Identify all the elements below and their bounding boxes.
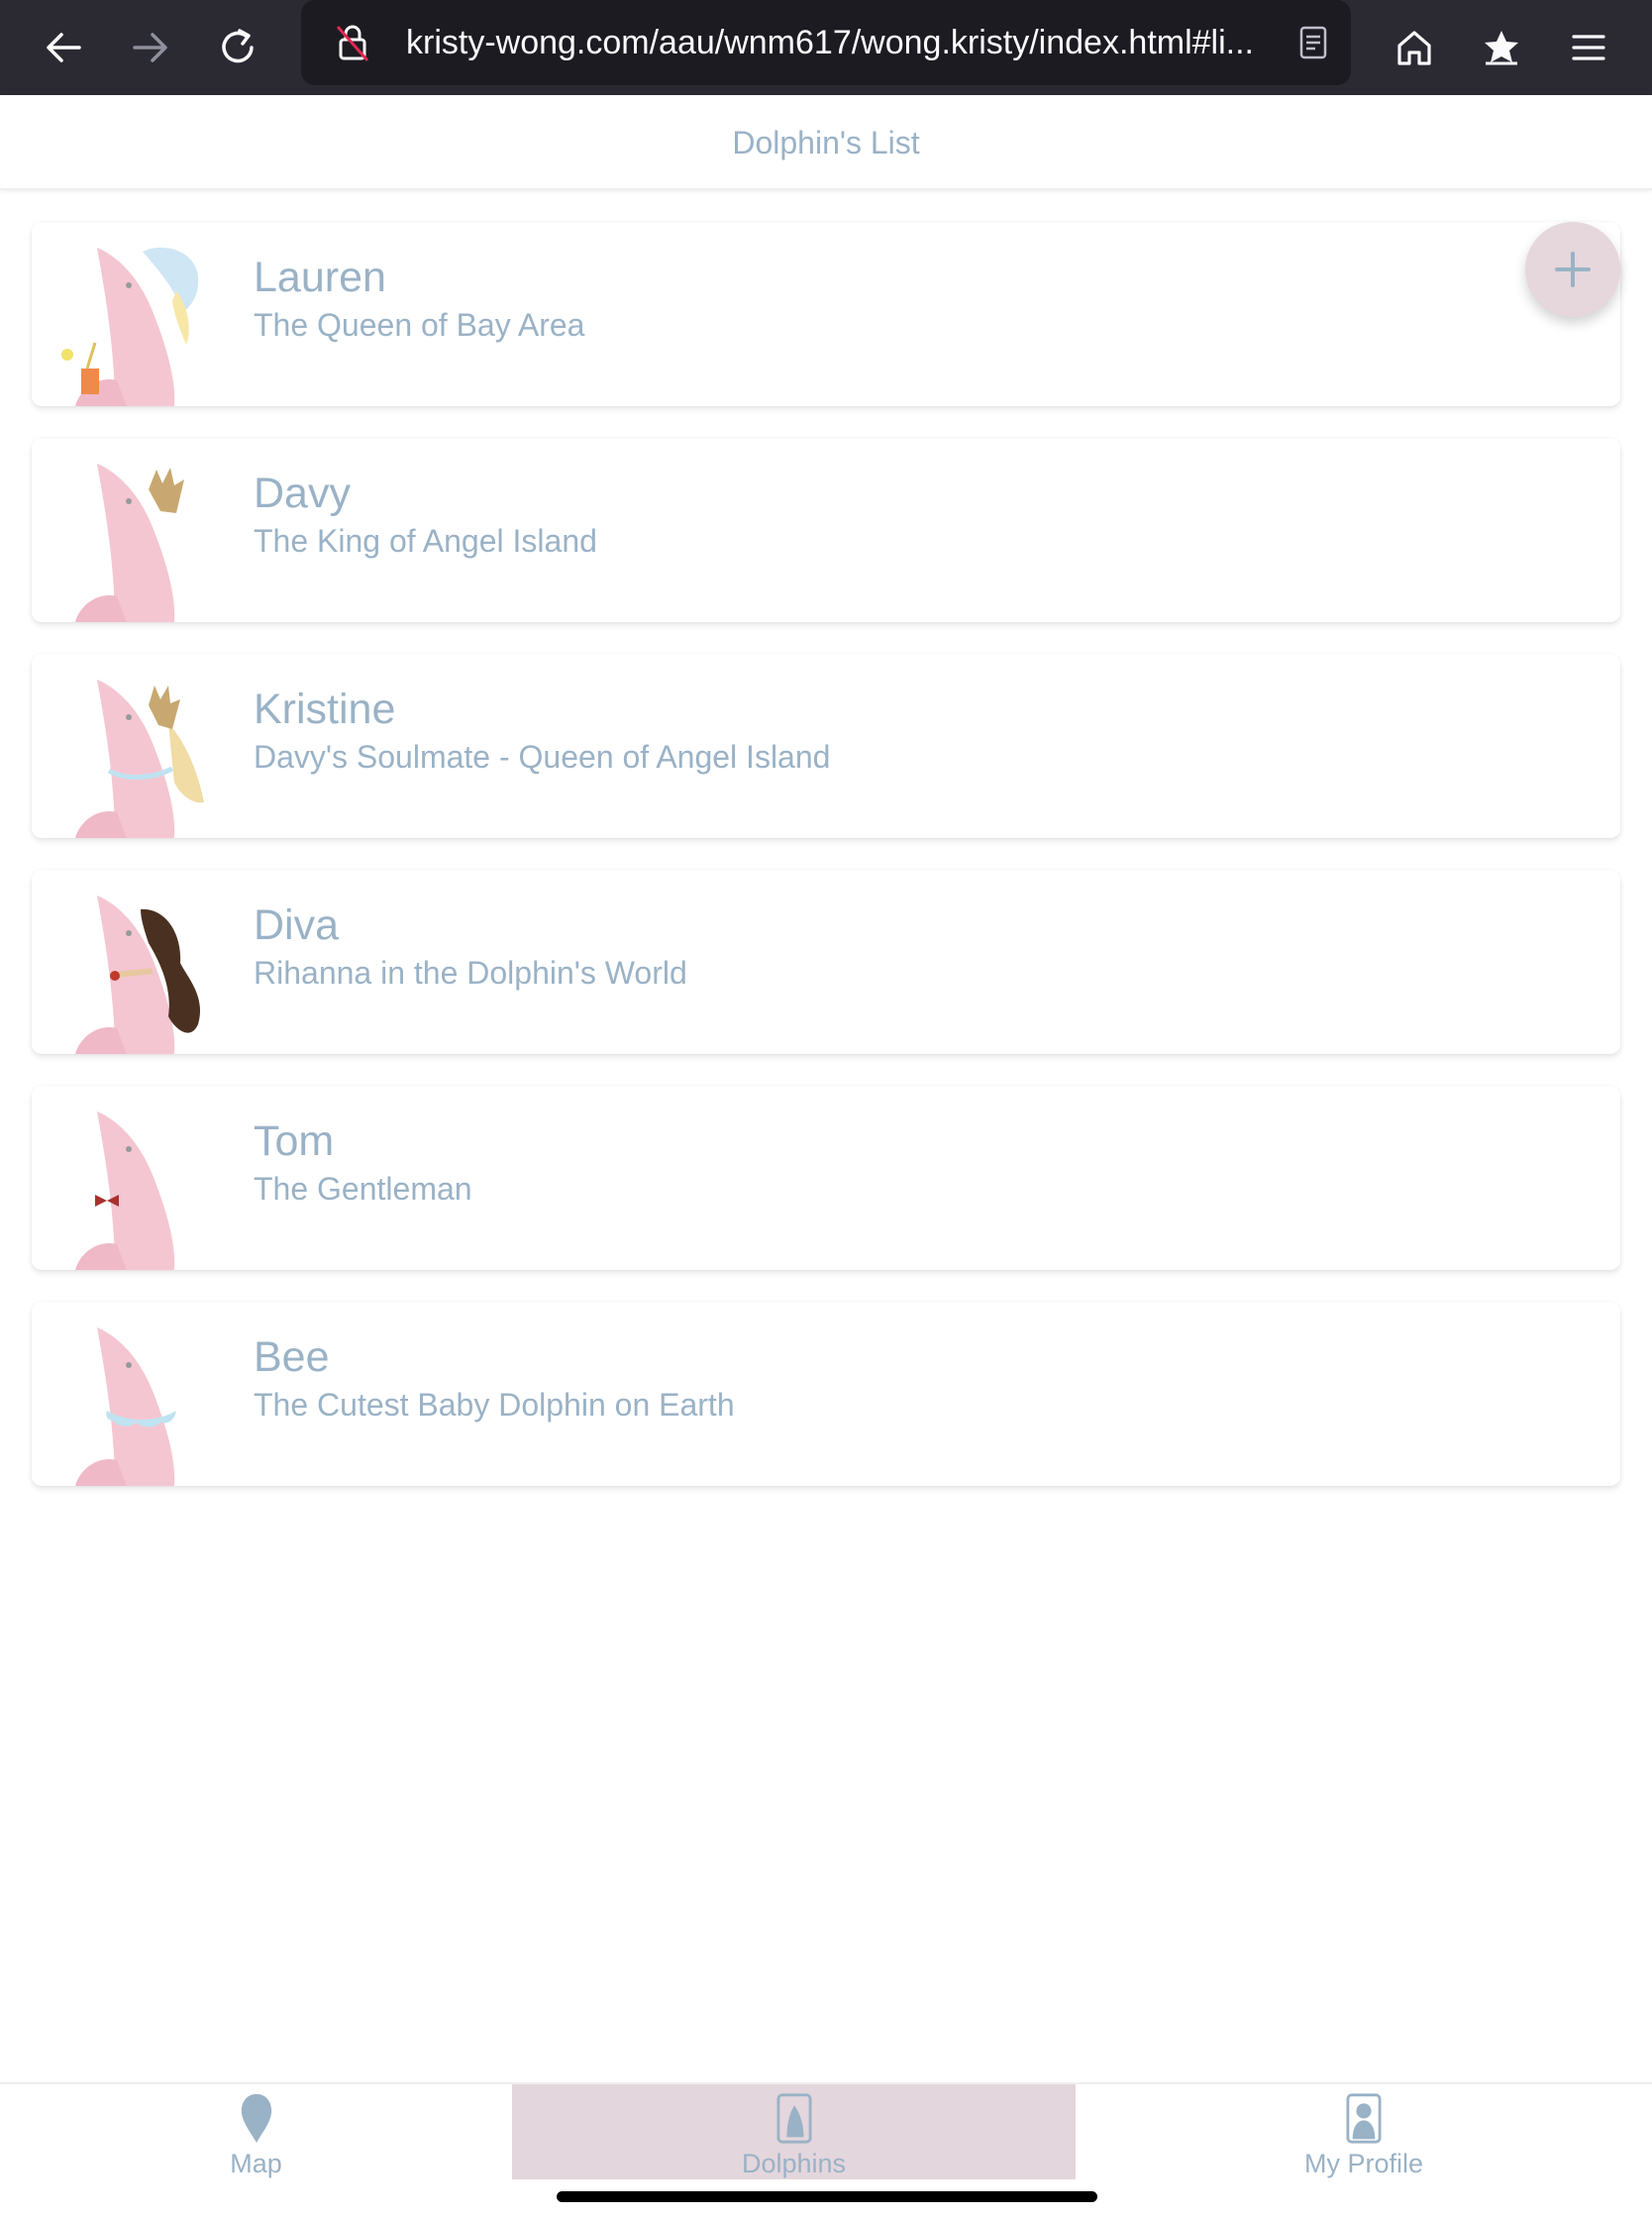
dolphin-subtitle: The Queen of Bay Area [254, 307, 585, 343]
dolphin-list-item[interactable]: Lauren The Queen of Bay Area [32, 222, 1620, 406]
reload-icon[interactable] [202, 12, 273, 83]
dolphin-name: Bee [254, 1333, 330, 1381]
dolphin-list-item[interactable]: Bee The Cutest Baby Dolphin on Earth [32, 1302, 1620, 1486]
map-pin-icon [241, 2093, 271, 2144]
url-bar[interactable]: kristy-wong.com/aau/wnm617/wong.kristy/i… [301, 0, 1351, 85]
home-indicator [557, 2191, 1097, 2202]
nav-item-map[interactable]: Map [0, 2084, 512, 2179]
dolphin-list-item[interactable]: Diva Rihanna in the Dolphin's World [32, 870, 1620, 1054]
dolphin-avatar-bow-tie [75, 1111, 175, 1270]
dolphin-name: Diva [254, 901, 340, 949]
dolphin-subtitle: The King of Angel Island [254, 523, 597, 559]
page-title: Dolphin's List [732, 125, 920, 160]
dolphin-name: Davy [254, 470, 351, 517]
dolphin-subtitle: The Gentleman [254, 1171, 472, 1207]
browser-toolbar: kristy-wong.com/aau/wnm617/wong.kristy/i… [0, 0, 1652, 95]
home-icon[interactable] [1379, 12, 1450, 83]
dolphin-card-icon [775, 2093, 812, 2144]
dolphin-list-item[interactable]: Kristine Davy's Soulmate - Queen of Ange… [32, 654, 1620, 838]
dolphin-list-item[interactable]: Davy The King of Angel Island [32, 438, 1620, 622]
menu-icon[interactable] [1553, 12, 1624, 83]
app-header: Dolphin's List [0, 95, 1652, 190]
nav-label: My Profile [1303, 2149, 1424, 2178]
dolphin-avatar-crown-hair [75, 680, 204, 838]
dolphin-name: Lauren [254, 254, 386, 301]
reader-view-icon[interactable] [1278, 7, 1349, 78]
dolphin-name: Tom [254, 1117, 335, 1165]
forward-arrow-icon[interactable] [115, 12, 186, 83]
add-dolphin-button[interactable] [1525, 222, 1620, 317]
dolphin-avatar-dark-hair [75, 896, 201, 1054]
dolphin-avatar-sunhat [61, 247, 199, 406]
nav-item-dolphins[interactable]: Dolphins [512, 2084, 1076, 2179]
plus-icon [1555, 252, 1591, 287]
url-text[interactable]: kristy-wong.com/aau/wnm617/wong.kristy/i… [406, 0, 1258, 85]
nav-label: Dolphins [741, 2149, 847, 2178]
back-arrow-icon[interactable] [28, 12, 99, 83]
nav-label: Map [230, 2149, 282, 2178]
dolphin-avatar-crown [75, 464, 184, 622]
profile-card-icon [1346, 2093, 1382, 2144]
dolphin-avatar-collar [75, 1327, 176, 1486]
dolphin-subtitle: The Cutest Baby Dolphin on Earth [254, 1387, 735, 1423]
insecure-lock-icon[interactable] [317, 7, 388, 78]
dolphin-name: Kristine [254, 686, 396, 733]
nav-item-my-profile[interactable]: My Profile [1076, 2084, 1652, 2179]
dolphin-list-item[interactable]: Tom The Gentleman [32, 1086, 1620, 1270]
bookmark-star-icon[interactable] [1466, 12, 1537, 83]
dolphin-subtitle: Rihanna in the Dolphin's World [254, 955, 687, 991]
dolphin-subtitle: Davy's Soulmate - Queen of Angel Island [254, 739, 831, 775]
